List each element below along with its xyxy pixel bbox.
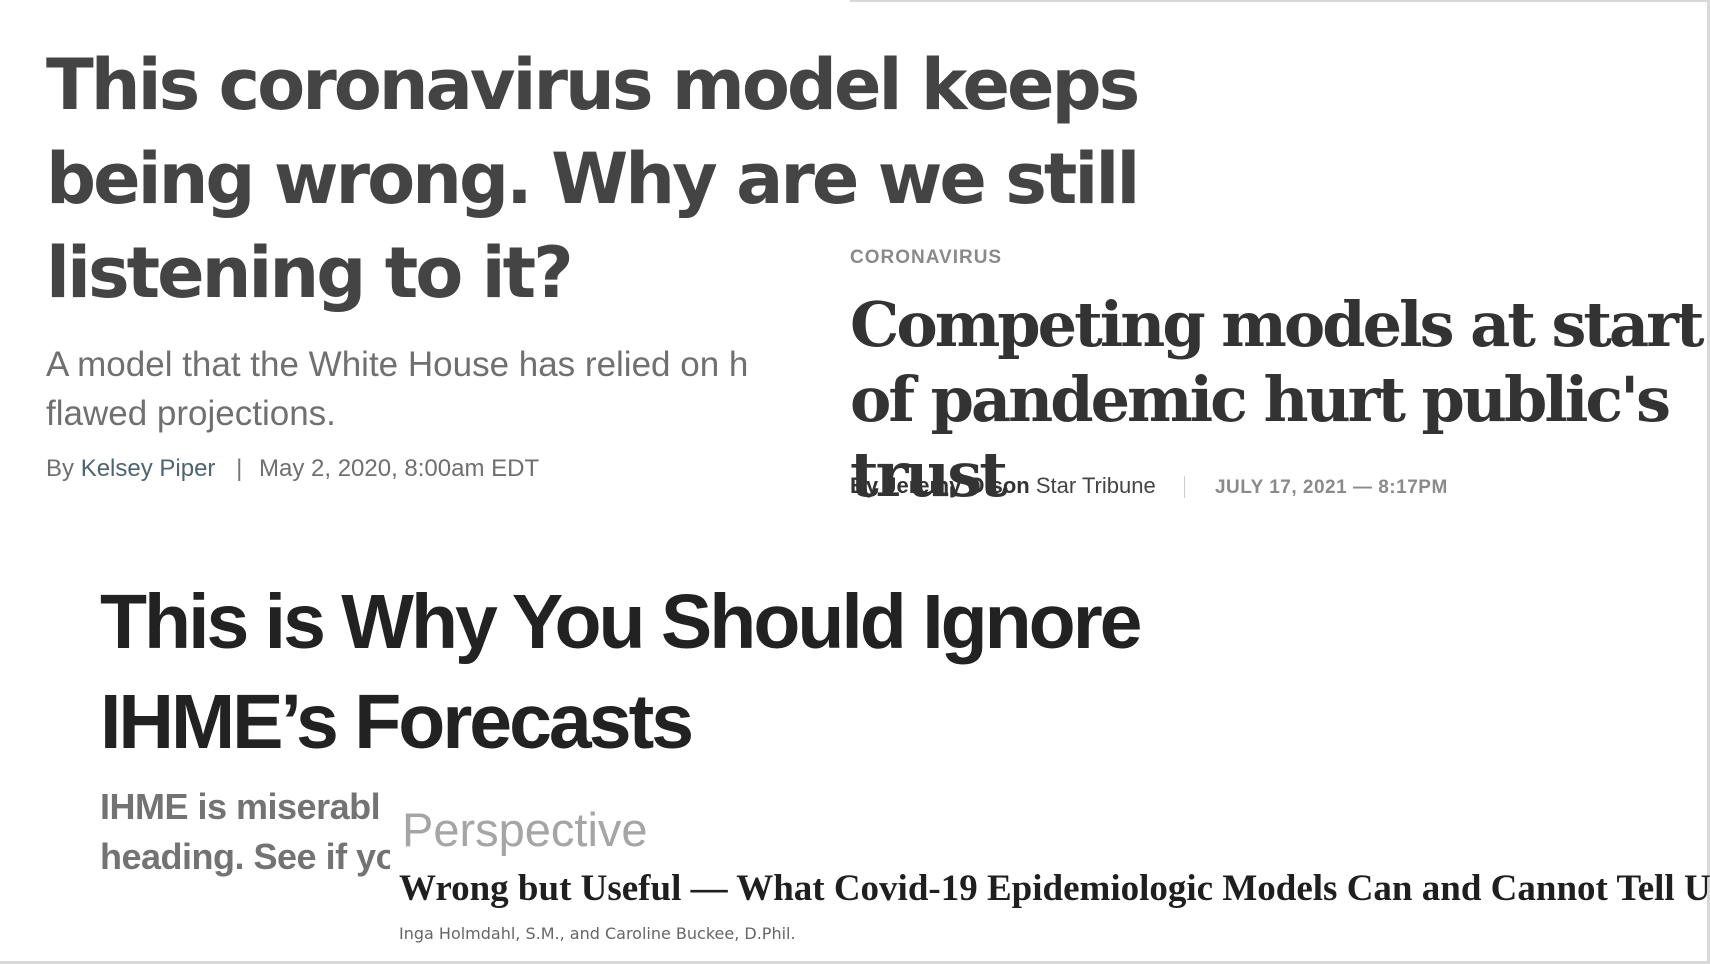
vox-by-label: By [46,455,75,482]
startribune-section-kicker[interactable]: CORONAVIRUS [850,247,1002,269]
startribune-article-card: CORONAVIRUS Competing models at start of… [830,225,1707,515]
vox-dek: A model that the White House has relied … [46,340,866,438]
vox-article-card: This coronavirus model keeps being wrong… [0,0,1140,500]
startribune-date: JULY 17, 2021 — 8:17PM [1214,477,1448,498]
startribune-publication: Star Tribune [1035,473,1156,498]
nejm-title[interactable]: Wrong but Useful — What Covid-19 Epidemi… [399,866,1710,912]
vox-author-link[interactable]: Kelsey Piper [81,455,216,482]
startribune-author[interactable]: By Jeremy Olson [850,473,1030,498]
startribune-byline: By Jeremy Olson Star Tribune JULY 17, 20… [850,473,1448,499]
nejm-section-kicker: Perspective [402,803,648,856]
vox-dek-line-1: A model that the White House has relied … [46,345,749,384]
vox-date: May 2, 2020, 8:00am EDT [259,455,540,482]
ihme-dek-line-1: IHME is miserabl [100,786,381,827]
ihme-headline[interactable]: This is Why You Should Ignore IHME’s For… [100,572,1360,772]
nejm-article-card: Perspective Wrong but Useful — What Covi… [390,790,1710,961]
nejm-authors: Inga Holmdahl, S.M., and Caroline Buckee… [399,924,796,943]
startribune-byline-divider [1183,476,1185,499]
vox-byline: By Kelsey Piper | May 2, 2020, 8:00am ED… [46,455,539,483]
ihme-dek-line-2: heading. See if yo [100,836,398,877]
vox-byline-separator: | [236,455,243,482]
vox-dek-line-2: flawed projections. [46,394,336,433]
